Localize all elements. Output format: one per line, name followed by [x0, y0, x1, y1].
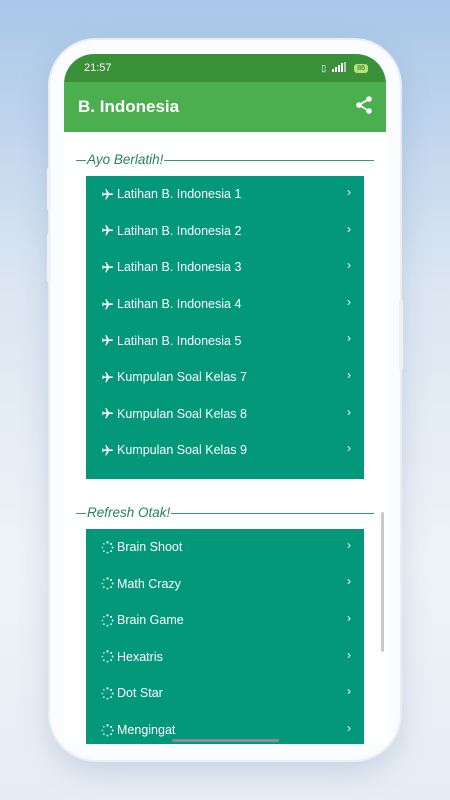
loading-spinner-icon — [99, 650, 115, 663]
list-item[interactable]: Brain Shoot › — [86, 529, 364, 566]
volume-button — [47, 168, 51, 210]
section-header-refresh: Refresh Otak! — [76, 504, 374, 521]
practice-list: Latihan B. Indonesia 1 › Latihan B. Indone… — [86, 176, 364, 479]
status-time: 21:57 — [84, 62, 112, 74]
status-bar: 21:57 ▯ 86 — [64, 54, 386, 82]
list-item-label: Latihan B. Indonesia 1 — [117, 187, 242, 202]
home-indicator[interactable] — [172, 739, 279, 742]
list-item-label: Kumpulan Soal Kelas 7 — [117, 370, 247, 385]
section-header-practice: Ayo Berlatih! — [76, 152, 374, 168]
list-item-label: Latihan B. Indonesia 4 — [117, 297, 242, 312]
airplane-icon — [99, 444, 115, 457]
signal-icon — [332, 62, 348, 74]
chevron-right-icon: › — [347, 404, 351, 419]
list-item[interactable]: Latihan B. Indonesia 2 › — [86, 213, 364, 250]
airplane-icon — [99, 407, 115, 420]
chevron-right-icon: › — [347, 647, 351, 662]
loading-spinner-icon — [99, 540, 115, 554]
chevron-right-icon: › — [347, 574, 351, 589]
airplane-icon — [99, 298, 115, 311]
list-item-label: Latihan B. Indonesia 3 — [117, 260, 242, 275]
list-item-label: Latihan B. Indonesia 5 — [117, 333, 242, 348]
list-item-label: Math Crazy — [117, 576, 181, 591]
app-screen: 21:57 ▯ 86 B. Indonesia Ayo Berlatih! La… — [64, 54, 386, 744]
main-content: Ayo Berlatih! Latihan B. Indonesia 1 › Lat… — [64, 132, 386, 744]
chevron-right-icon: › — [347, 684, 351, 699]
vibrate-icon: ▯ — [321, 62, 327, 73]
list-item[interactable]: Kumpulan Soal Kelas 9 › — [86, 432, 364, 469]
chevron-right-icon: › — [347, 720, 351, 735]
list-item[interactable]: Kumpulan Soal Kelas 8 › — [86, 396, 364, 433]
list-item-label: Latihan B. Indonesia 2 — [117, 223, 242, 238]
section-title: Refresh Otak! — [86, 504, 172, 520]
list-item[interactable]: Hexatris › — [86, 639, 364, 676]
share-icon[interactable] — [354, 95, 374, 120]
list-item-label: Brain Shoot — [117, 540, 183, 555]
chevron-right-icon: › — [347, 610, 351, 625]
section-title: Ayo Berlatih! — [86, 152, 165, 167]
chevron-right-icon: › — [347, 294, 351, 309]
divider — [76, 512, 86, 514]
chevron-right-icon: › — [347, 185, 351, 199]
list-item[interactable]: Latihan B. Indonesia 3 › — [86, 249, 364, 286]
status-icons: ▯ 86 — [321, 62, 368, 74]
app-bar: B. Indonesia — [64, 82, 386, 132]
list-item[interactable]: Dot Star › — [86, 675, 364, 712]
loading-spinner-icon — [99, 687, 115, 700]
chevron-right-icon: › — [347, 331, 351, 346]
list-item[interactable]: Math Crazy › — [86, 565, 364, 602]
airplane-icon — [99, 371, 115, 384]
airplane-icon — [99, 334, 115, 347]
list-item-label: Kumpulan Soal Kelas 8 — [117, 406, 247, 421]
refresh-list: Brain Shoot › Math Crazy › Brain Game › Hexatr… — [86, 528, 364, 744]
divider — [170, 512, 374, 514]
chevron-right-icon: › — [347, 537, 351, 552]
chevron-right-icon: › — [347, 258, 351, 273]
chevron-right-icon: › — [347, 221, 351, 236]
list-item[interactable]: Latihan B. Indonesia 5 › — [86, 322, 364, 359]
chevron-right-icon: › — [347, 367, 351, 382]
divider — [164, 160, 374, 161]
airplane-icon — [99, 188, 115, 201]
list-item[interactable]: Kumpulan Soal Kelas 7 › — [86, 359, 364, 396]
list-item[interactable]: Brain Game › — [86, 602, 364, 639]
scrollbar[interactable] — [381, 512, 384, 652]
chevron-right-icon: › — [347, 441, 351, 456]
page-title: B. Indonesia — [78, 97, 180, 116]
loading-spinner-icon — [99, 614, 115, 627]
list-item[interactable]: Latihan B. Indonesia 4 › — [86, 286, 364, 323]
list-item-label: Brain Game — [117, 613, 184, 628]
list-item-label: Hexatris — [117, 649, 163, 664]
loading-spinner-icon — [99, 723, 115, 737]
battery-icon: 86 — [354, 63, 368, 73]
power-button — [399, 300, 403, 370]
loading-spinner-icon — [99, 577, 115, 590]
list-item-label: Dot Star — [117, 686, 163, 701]
divider — [76, 160, 86, 161]
list-item-label: Mengingat — [117, 723, 176, 738]
list-item-label: Kumpulan Soal Kelas 9 — [117, 443, 247, 458]
airplane-icon — [99, 224, 115, 237]
list-item[interactable]: Latihan B. Indonesia 1 › — [86, 176, 364, 213]
volume-button — [47, 234, 51, 282]
airplane-icon — [99, 261, 115, 274]
